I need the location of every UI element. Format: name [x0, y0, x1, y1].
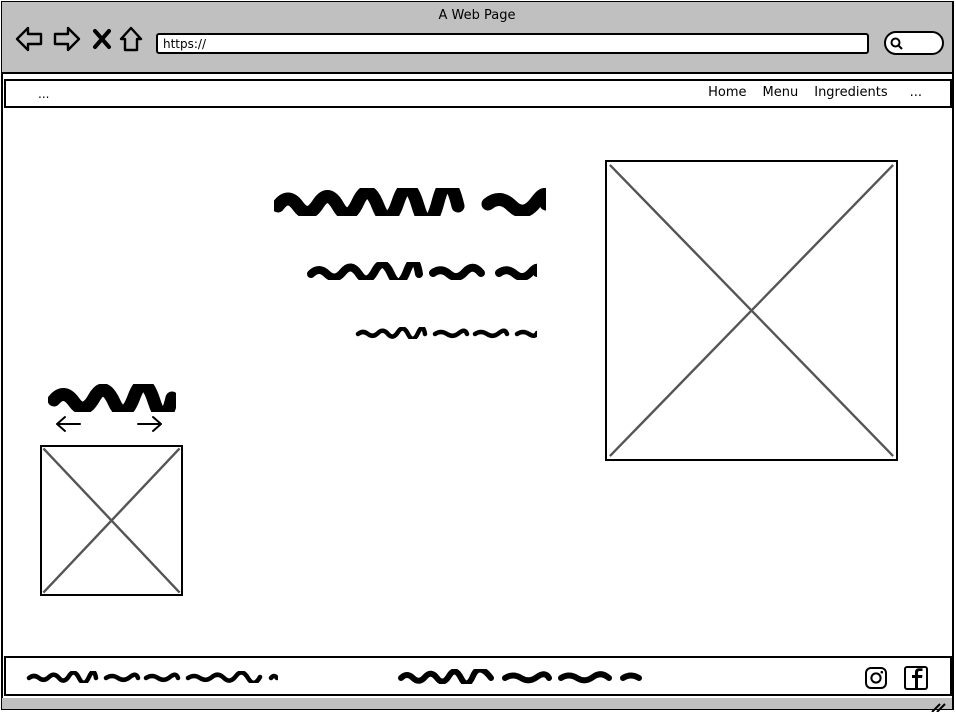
nav-links: Home Menu Ingredients ... — [700, 85, 930, 100]
close-icon[interactable] — [90, 24, 114, 54]
status-strip — [2, 698, 952, 712]
carousel-image-placeholder[interactable] — [40, 445, 183, 596]
site-footer — [4, 656, 952, 696]
search-icon — [890, 37, 903, 50]
instagram-icon[interactable] — [863, 665, 889, 691]
hero-image-placeholder — [605, 160, 898, 461]
hero-heading-placeholder — [274, 188, 546, 216]
hero-body-placeholder — [355, 327, 537, 339]
arrow-right-icon[interactable] — [136, 414, 164, 434]
browser-toolbar: A Web Page https:// — [2, 2, 952, 74]
window-title: A Web Page — [438, 8, 516, 23]
nav-link-ingredients[interactable]: Ingredients — [806, 85, 895, 100]
resize-grip-icon[interactable] — [930, 698, 946, 712]
footer-center-text-placeholder — [397, 669, 643, 684]
nav-link-menu[interactable]: Menu — [755, 85, 807, 100]
facebook-icon[interactable] — [903, 665, 929, 691]
nav-link-more[interactable]: ... — [896, 85, 930, 100]
arrow-left-icon[interactable] — [54, 414, 82, 434]
carousel-title-placeholder — [48, 384, 176, 412]
brand-logo[interactable]: ... — [38, 87, 49, 101]
browser-search-box[interactable] — [884, 31, 944, 55]
footer-left-text-placeholder — [26, 671, 278, 683]
url-input[interactable]: https:// — [156, 33, 869, 54]
nav-link-home[interactable]: Home — [700, 85, 754, 100]
site-navbar: ... Home Menu Ingredients ... — [4, 79, 952, 108]
forward-arrow-icon[interactable] — [52, 24, 82, 54]
home-icon[interactable] — [117, 24, 145, 54]
back-arrow-icon[interactable] — [14, 24, 44, 54]
hero-subheading-placeholder — [307, 262, 537, 280]
